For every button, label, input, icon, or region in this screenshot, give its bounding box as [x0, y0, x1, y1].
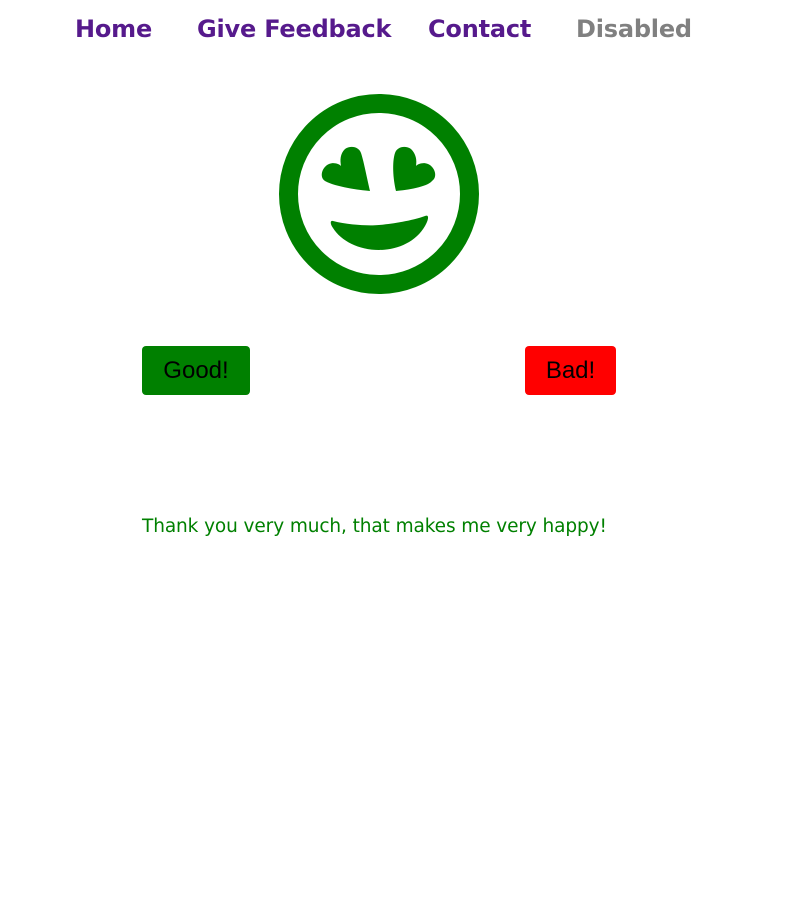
top-navigation: Home Give Feedback Contact Disabled [0, 0, 804, 60]
good-button[interactable]: Good! [142, 346, 250, 395]
right-heart-eye-icon [393, 146, 436, 191]
feedback-message: Thank you very much, that makes me very … [142, 516, 607, 537]
nav-home-link[interactable]: Home [75, 14, 152, 44]
smiley-face-graphic [279, 94, 479, 294]
nav-disabled-link: Disabled [576, 15, 692, 43]
smile-mouth [330, 215, 429, 250]
left-heart-eye-icon [321, 146, 370, 191]
heart-eyes-smiley-icon [279, 94, 479, 294]
face-outline [279, 94, 479, 294]
nav-contact-link[interactable]: Contact [428, 14, 531, 44]
nav-give-feedback-link[interactable]: Give Feedback [197, 14, 392, 44]
bad-button[interactable]: Bad! [525, 346, 616, 395]
